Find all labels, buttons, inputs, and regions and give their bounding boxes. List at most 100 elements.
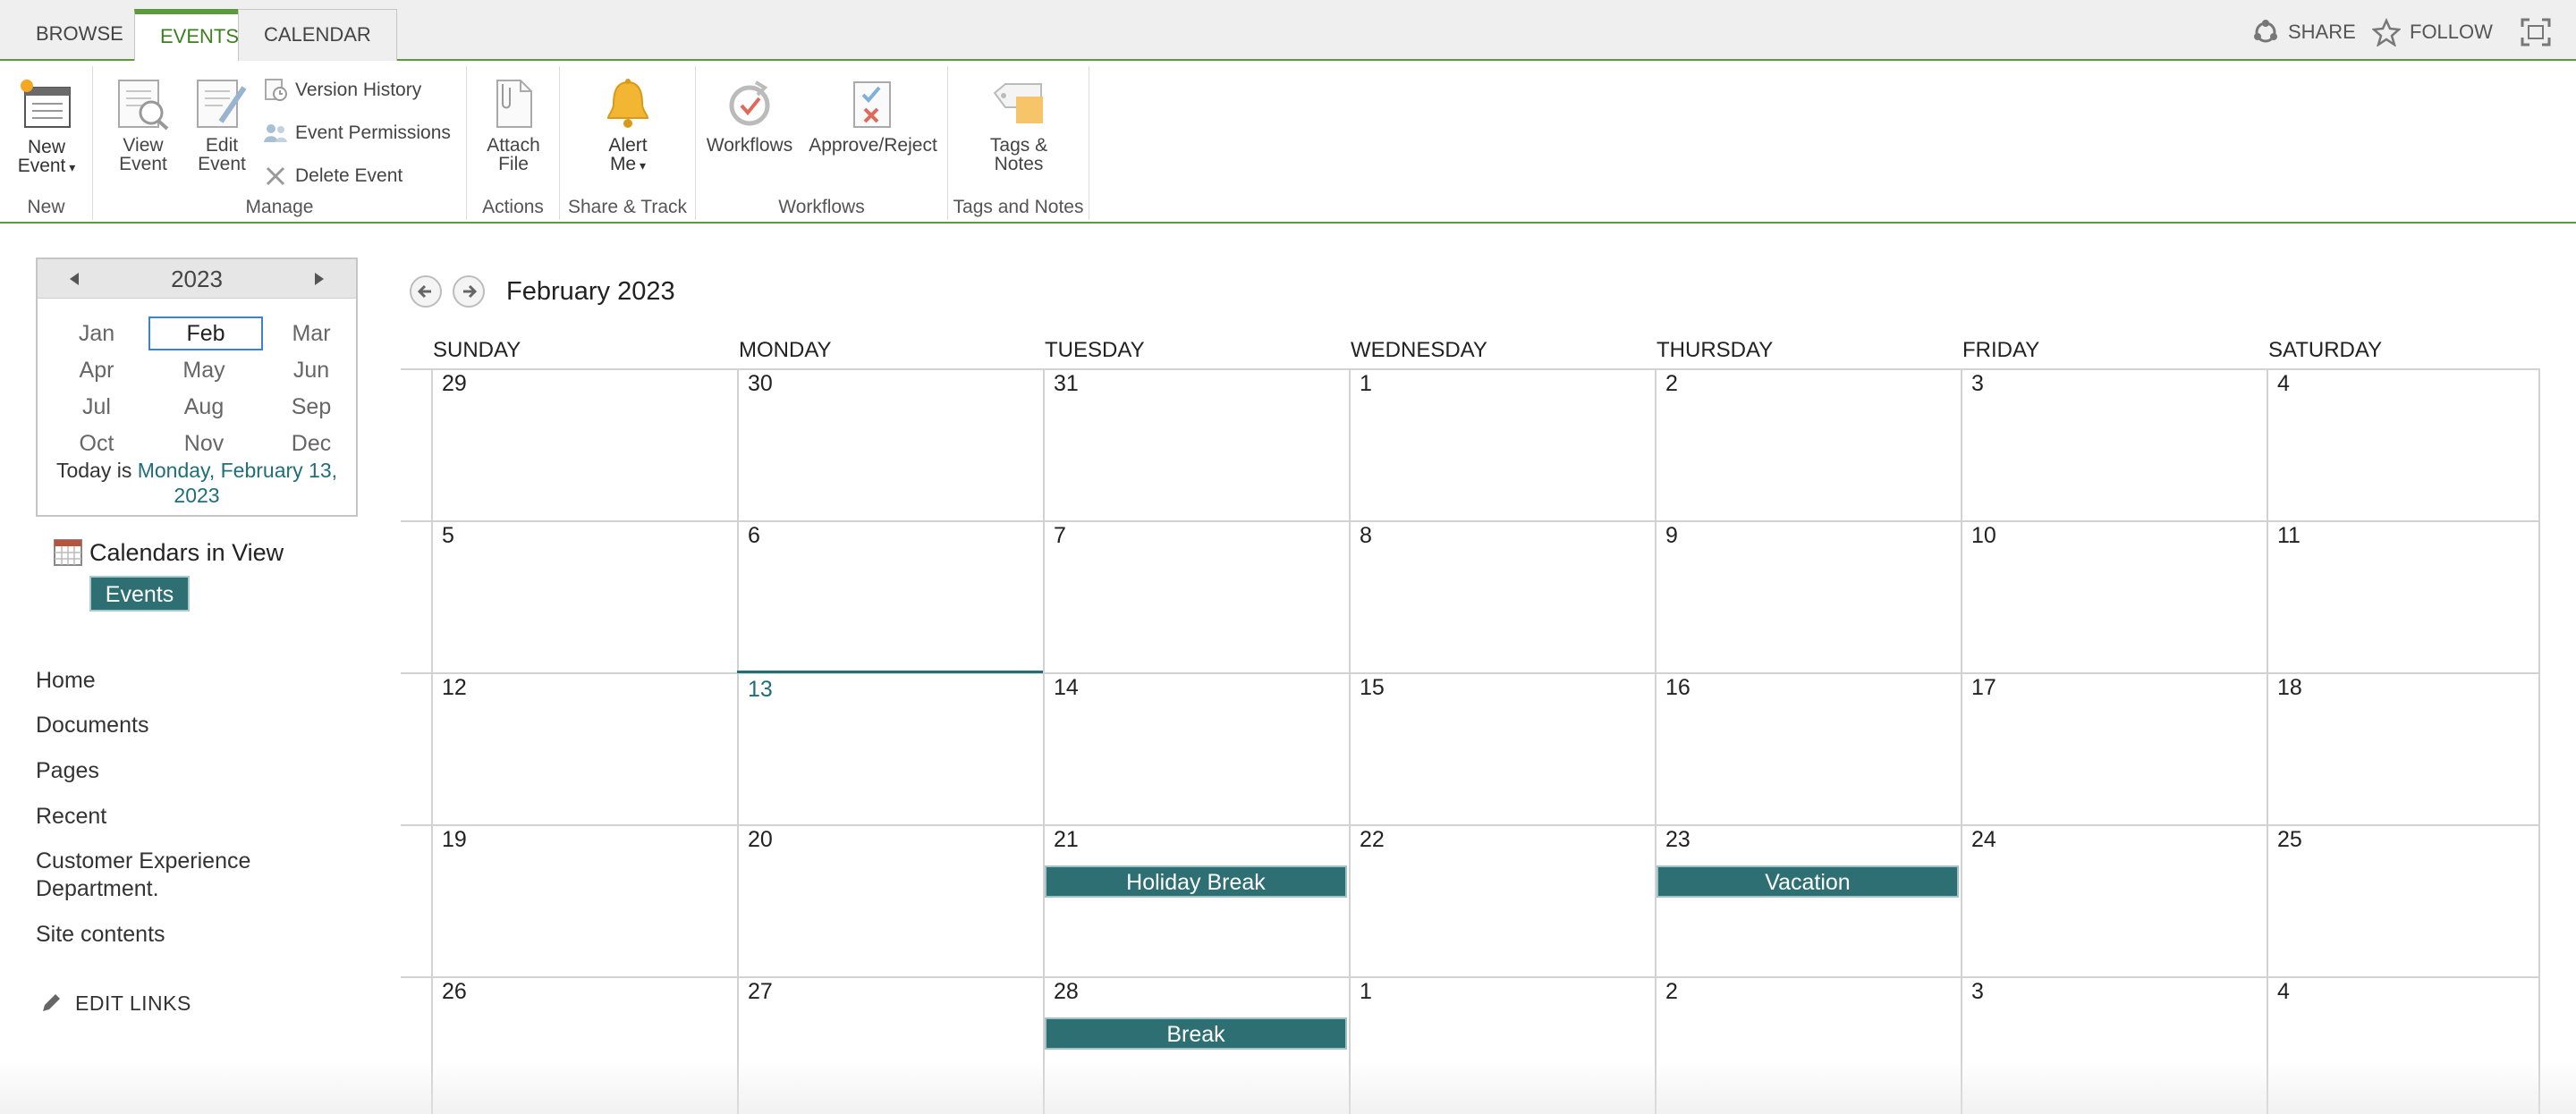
- day-number[interactable]: 20: [748, 826, 773, 853]
- edit-event-button[interactable]: Edit Event: [182, 77, 261, 173]
- day-number[interactable]: 14: [1054, 674, 1079, 701]
- day-number[interactable]: 16: [1665, 674, 1690, 701]
- day-number[interactable]: 3: [1971, 370, 1984, 397]
- day-number[interactable]: 25: [2277, 826, 2302, 853]
- day-number[interactable]: 31: [1054, 370, 1079, 397]
- ribbon: New Event ▾ New View Event Edit Event Ve…: [0, 61, 2576, 224]
- calendars-in-view-label: Calendars in View: [89, 538, 284, 566]
- tags-notes-button[interactable]: Tags & Notes: [970, 77, 1068, 173]
- event-permissions-button[interactable]: Event Permissions: [263, 118, 451, 148]
- tags-notes-icon: [993, 83, 1043, 123]
- calendar-event[interactable]: Break: [1045, 1017, 1347, 1050]
- grid-column-line: [1349, 368, 1351, 1114]
- attach-file-button[interactable]: Attach File: [474, 77, 553, 173]
- day-number[interactable]: 9: [1665, 522, 1678, 549]
- day-number[interactable]: 6: [748, 522, 760, 549]
- day-number[interactable]: 2: [1665, 370, 1678, 397]
- month-jun[interactable]: Jun: [256, 353, 367, 387]
- view-event-button[interactable]: View Event: [104, 77, 182, 173]
- approve-reject-label: Approve/Reject: [809, 135, 937, 156]
- day-number[interactable]: 26: [442, 978, 467, 1005]
- day-number[interactable]: 8: [1360, 522, 1372, 549]
- calendar-event[interactable]: Holiday Break: [1045, 865, 1347, 898]
- day-number[interactable]: 1: [1360, 370, 1372, 397]
- share-button[interactable]: SHARE: [2252, 16, 2356, 48]
- bell-icon: [606, 79, 649, 128]
- month-oct[interactable]: Oct: [41, 426, 152, 460]
- day-number[interactable]: 29: [442, 370, 467, 397]
- month-aug[interactable]: Aug: [148, 390, 259, 424]
- day-number[interactable]: 27: [748, 978, 773, 1005]
- day-number[interactable]: 4: [2277, 370, 2290, 397]
- today-date-link[interactable]: Monday, February 13, 2023: [138, 459, 337, 507]
- day-number[interactable]: 10: [1971, 522, 1996, 549]
- day-number[interactable]: 19: [442, 826, 467, 853]
- share-label: SHARE: [2288, 21, 2356, 43]
- nav-pages[interactable]: Pages: [36, 757, 99, 785]
- workflows-icon: [729, 80, 770, 126]
- month-jan[interactable]: Jan: [41, 316, 152, 350]
- tab-browse[interactable]: BROWSE: [11, 9, 148, 61]
- attach-file-label-2: File: [498, 154, 529, 174]
- next-year-arrow-icon[interactable]: [315, 273, 324, 285]
- grid-column-line: [737, 368, 739, 1114]
- nav-site-contents[interactable]: Site contents: [36, 921, 165, 949]
- version-history-button[interactable]: Version History: [263, 75, 421, 105]
- nav-home[interactable]: Home: [36, 667, 96, 695]
- nav-customer-experience[interactable]: Customer Experience Department.: [36, 848, 304, 903]
- month-mar[interactable]: Mar: [256, 316, 367, 350]
- edit-links-label: EDIT LINKS: [75, 991, 191, 1015]
- month-jul[interactable]: Jul: [41, 390, 152, 424]
- month-feb[interactable]: Feb: [148, 316, 263, 350]
- focus-on-content-button[interactable]: [2521, 16, 2560, 48]
- version-history-icon: [265, 79, 287, 101]
- month-may[interactable]: May: [148, 353, 259, 387]
- tab-calendar[interactable]: CALENDAR: [238, 9, 397, 61]
- new-event-button[interactable]: New Event ▾: [11, 77, 82, 177]
- day-number[interactable]: 23: [1665, 826, 1690, 853]
- today-indicator: Today is Monday, February 13, 2023: [38, 458, 356, 508]
- day-number[interactable]: 18: [2277, 674, 2302, 701]
- workflows-button[interactable]: Workflows: [705, 77, 794, 155]
- day-number[interactable]: 15: [1360, 674, 1385, 701]
- month-sep[interactable]: Sep: [256, 390, 367, 424]
- alert-me-button[interactable]: Alert Me ▾: [587, 77, 669, 175]
- day-number[interactable]: 7: [1054, 522, 1066, 549]
- grid-row-line: [401, 976, 2540, 978]
- day-number[interactable]: 22: [1360, 826, 1385, 853]
- edit-links-button[interactable]: EDIT LINKS: [39, 989, 191, 1017]
- attach-file-icon: [496, 80, 532, 128]
- delete-event-button[interactable]: Delete Event: [263, 161, 402, 191]
- follow-button[interactable]: FOLLOW: [2372, 16, 2493, 48]
- day-number[interactable]: 12: [442, 674, 467, 701]
- new-event-icon: [21, 80, 71, 128]
- day-number[interactable]: 3: [1971, 978, 1984, 1005]
- tags-notes-label-1: Tags &: [989, 135, 1048, 156]
- group-label-share-track: Share & Track: [567, 197, 688, 217]
- day-number[interactable]: 28: [1054, 978, 1079, 1005]
- day-number[interactable]: 4: [2277, 978, 2290, 1005]
- day-number[interactable]: 17: [1971, 674, 1996, 701]
- day-number[interactable]: 21: [1054, 826, 1079, 853]
- previous-month-button[interactable]: [410, 275, 442, 308]
- day-number[interactable]: 1: [1360, 978, 1372, 1005]
- calendar-chip-events[interactable]: Events: [89, 576, 190, 612]
- previous-year-arrow-icon[interactable]: [70, 273, 79, 285]
- next-month-button[interactable]: [453, 275, 485, 308]
- day-cell-today[interactable]: 13: [748, 676, 773, 703]
- calendar-event[interactable]: Vacation: [1657, 865, 1959, 898]
- day-number[interactable]: 2: [1665, 978, 1678, 1005]
- month-dec[interactable]: Dec: [256, 426, 367, 460]
- approve-reject-button[interactable]: Approve/Reject: [801, 77, 945, 155]
- day-number[interactable]: 30: [748, 370, 773, 397]
- day-header-saturday: SATURDAY: [2268, 338, 2383, 362]
- day-number[interactable]: 5: [442, 522, 454, 549]
- day-number[interactable]: 11: [2277, 522, 2301, 549]
- group-new: New Event ▾ New: [0, 66, 93, 220]
- nav-documents[interactable]: Documents: [36, 712, 148, 739]
- month-apr[interactable]: Apr: [41, 353, 152, 387]
- view-event-label-1: View: [123, 135, 164, 156]
- month-nov[interactable]: Nov: [148, 426, 259, 460]
- day-number[interactable]: 24: [1971, 826, 1996, 853]
- nav-recent[interactable]: Recent: [36, 803, 106, 831]
